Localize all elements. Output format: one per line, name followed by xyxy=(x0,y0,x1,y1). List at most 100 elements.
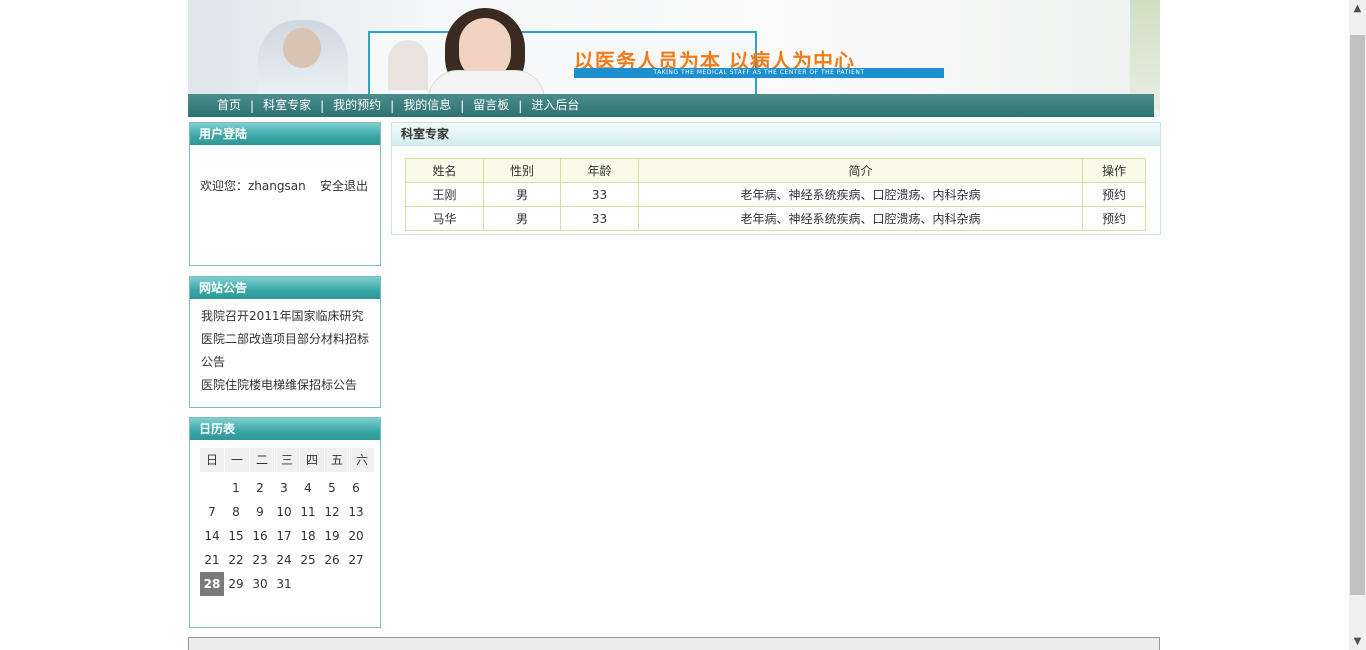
main-nav: 首页 | 科室专家 | 我的预约 | 我的信息 | 留言板 | 进入后台 xyxy=(188,94,1154,117)
calendar-day[interactable]: 29 xyxy=(224,572,248,596)
site-notice-title: 网站公告 xyxy=(190,277,380,299)
weekday-label: 一 xyxy=(225,448,250,472)
weekday-label: 日 xyxy=(200,448,225,472)
doctor-head xyxy=(283,28,321,68)
calendar-week-row: 14 15 16 17 18 19 20 xyxy=(200,524,375,548)
calendar-title: 日历表 xyxy=(190,418,380,440)
footer-bar xyxy=(188,637,1160,650)
column-header-action: 操作 xyxy=(1082,158,1146,183)
calendar-day[interactable]: 17 xyxy=(272,524,296,548)
calendar-day[interactable]: 24 xyxy=(272,548,296,572)
chevron-down-icon[interactable]: ▼ xyxy=(1349,633,1366,650)
notice-link[interactable]: 医院二部改造项目部分材料招标公告 xyxy=(201,332,369,369)
experts-table: 姓名 性别 年龄 简介 操作 王刚 男 33 老年病、神经系统疾病、口腔溃疡、内… xyxy=(405,158,1146,231)
cell-name: 王刚 xyxy=(405,182,484,207)
calendar-day[interactable]: 21 xyxy=(200,548,224,572)
nav-home[interactable]: 首页 xyxy=(208,94,250,117)
notice-item: 医院住院楼电梯维保招标公告 xyxy=(201,374,370,397)
nav-my-appointments[interactable]: 我的预约 xyxy=(324,94,390,117)
calendar-day[interactable]: 16 xyxy=(248,524,272,548)
logout-link[interactable]: 安全退出 xyxy=(320,177,368,194)
calendar-week-row: 123456 xyxy=(200,476,375,500)
nurse-figure xyxy=(388,40,428,90)
banner-slogan-english: TAKING THE MEDICAL STAFF AS THE CENTER O… xyxy=(574,68,944,78)
user-login-title: 用户登陆 xyxy=(190,123,380,145)
calendar-day[interactable]: 8 xyxy=(224,500,248,524)
scrollbar-thumb[interactable] xyxy=(1350,35,1365,595)
notice-item: 我院召开2011年国家临床研究 xyxy=(201,305,370,328)
weekday-label: 四 xyxy=(300,448,325,472)
calendar-weeks: 1 2 3 4 5 6 7 8 9 10 11 12 13 14 15 16 17 18 19 20 21 22 23 24 2… xyxy=(200,476,375,596)
calendar-day[interactable]: 5 xyxy=(320,476,344,500)
notice-link[interactable]: 我院召开2011年国家临床研究 xyxy=(201,309,364,323)
calendar-week-row: 7 8 9 10 11 12 13 xyxy=(200,500,375,524)
book-appointment-link[interactable]: 预约 xyxy=(1102,188,1126,202)
calendar-week-row: 21 22 23 24 25 26 27 xyxy=(200,548,375,572)
table-header-row: 姓名 性别 年龄 简介 操作 xyxy=(405,158,1146,183)
calendar-day xyxy=(200,476,224,500)
notice-link[interactable]: 医院住院楼电梯维保招标公告 xyxy=(201,378,357,392)
calendar-day[interactable]: 26 xyxy=(320,548,344,572)
calendar-day[interactable]: 3 xyxy=(272,476,296,500)
weekday-label: 六 xyxy=(350,448,375,472)
cell-age: 33 xyxy=(560,182,639,207)
cell-gender: 男 xyxy=(483,206,561,231)
column-header-gender: 性别 xyxy=(483,158,561,183)
calendar-day[interactable]: 9 xyxy=(248,500,272,524)
calendar-day-today[interactable]: 28 xyxy=(200,572,224,596)
calendar-day[interactable]: 19 xyxy=(320,524,344,548)
weekday-label: 二 xyxy=(250,448,275,472)
nav-my-info[interactable]: 我的信息 xyxy=(394,94,460,117)
cell-action: 预约 xyxy=(1082,182,1146,207)
column-header-name: 姓名 xyxy=(405,158,484,183)
table-row: 王刚 男 33 老年病、神经系统疾病、口腔溃疡、内科杂病 预约 xyxy=(405,182,1146,207)
calendar-day[interactable]: 6 xyxy=(344,476,368,500)
calendar-day[interactable]: 22 xyxy=(224,548,248,572)
cell-gender: 男 xyxy=(483,182,561,207)
weekday-label: 五 xyxy=(325,448,350,472)
cell-intro: 老年病、神经系统疾病、口腔溃疡、内科杂病 xyxy=(638,182,1083,207)
calendar-week-row: 28 29 30 31 xyxy=(200,572,375,596)
cell-name: 马华 xyxy=(405,206,484,231)
nav-department-experts[interactable]: 科室专家 xyxy=(254,94,320,117)
calendar-day xyxy=(320,572,344,596)
calendar-day[interactable]: 11 xyxy=(296,500,320,524)
calendar-day[interactable]: 27 xyxy=(344,548,368,572)
welcome-text: 欢迎您：zhangsan xyxy=(200,179,306,193)
calendar-day[interactable]: 12 xyxy=(320,500,344,524)
calendar-box: 日历表 日 一 二 三 四 五 六 1 2 3 4 5 6 7 8 9 10 11 12 13 14 15 1… xyxy=(189,417,381,628)
calendar-day[interactable]: 25 xyxy=(296,548,320,572)
nav-message-board[interactable]: 留言板 xyxy=(464,94,518,117)
chevron-up-icon[interactable]: ▲ xyxy=(1349,0,1366,17)
calendar-day[interactable]: 2 xyxy=(248,476,272,500)
cell-age: 33 xyxy=(560,206,639,231)
calendar-day[interactable]: 13 xyxy=(344,500,368,524)
cell-action: 预约 xyxy=(1082,206,1146,231)
notice-item: 医院二部改造项目部分材料招标公告 xyxy=(201,328,370,374)
calendar-day[interactable]: 15 xyxy=(224,524,248,548)
calendar-day[interactable]: 10 xyxy=(272,500,296,524)
user-login-box: 用户登陆 欢迎您：zhangsan 安全退出 xyxy=(189,122,381,266)
site-notice-box: 网站公告 我院召开2011年国家临床研究 医院二部改造项目部分材料招标公告 医院… xyxy=(189,276,381,408)
panel-title: 科室专家 xyxy=(392,123,1160,146)
weekday-label: 三 xyxy=(275,448,300,472)
table-row: 马华 男 33 老年病、神经系统疾病、口腔溃疡、内科杂病 预约 xyxy=(405,206,1146,231)
calendar-weekday-row: 日 一 二 三 四 五 六 xyxy=(200,448,375,472)
calendar-grid: 日 一 二 三 四 五 六 1 2 3 4 5 6 7 8 9 10 11 12 13 14 15 16 17 1… xyxy=(200,448,375,596)
calendar-day[interactable]: 23 xyxy=(248,548,272,572)
calendar-day xyxy=(296,572,320,596)
book-appointment-link[interactable]: 预约 xyxy=(1102,212,1126,226)
column-header-age: 年龄 xyxy=(560,158,639,183)
page-scrollbar[interactable]: ▲ ▼ xyxy=(1349,0,1366,650)
calendar-day[interactable]: 31 xyxy=(272,572,296,596)
calendar-day xyxy=(344,572,368,596)
calendar-day[interactable]: 4 xyxy=(296,476,320,500)
calendar-day[interactable]: 7 xyxy=(200,500,224,524)
calendar-day[interactable]: 20 xyxy=(344,524,368,548)
calendar-day[interactable]: 18 xyxy=(296,524,320,548)
calendar-day[interactable]: 1 xyxy=(224,476,248,500)
calendar-day[interactable]: 14 xyxy=(200,524,224,548)
nav-admin[interactable]: 进入后台 xyxy=(522,94,588,117)
cell-intro: 老年病、神经系统疾病、口腔溃疡、内科杂病 xyxy=(638,206,1083,231)
calendar-day[interactable]: 30 xyxy=(248,572,272,596)
